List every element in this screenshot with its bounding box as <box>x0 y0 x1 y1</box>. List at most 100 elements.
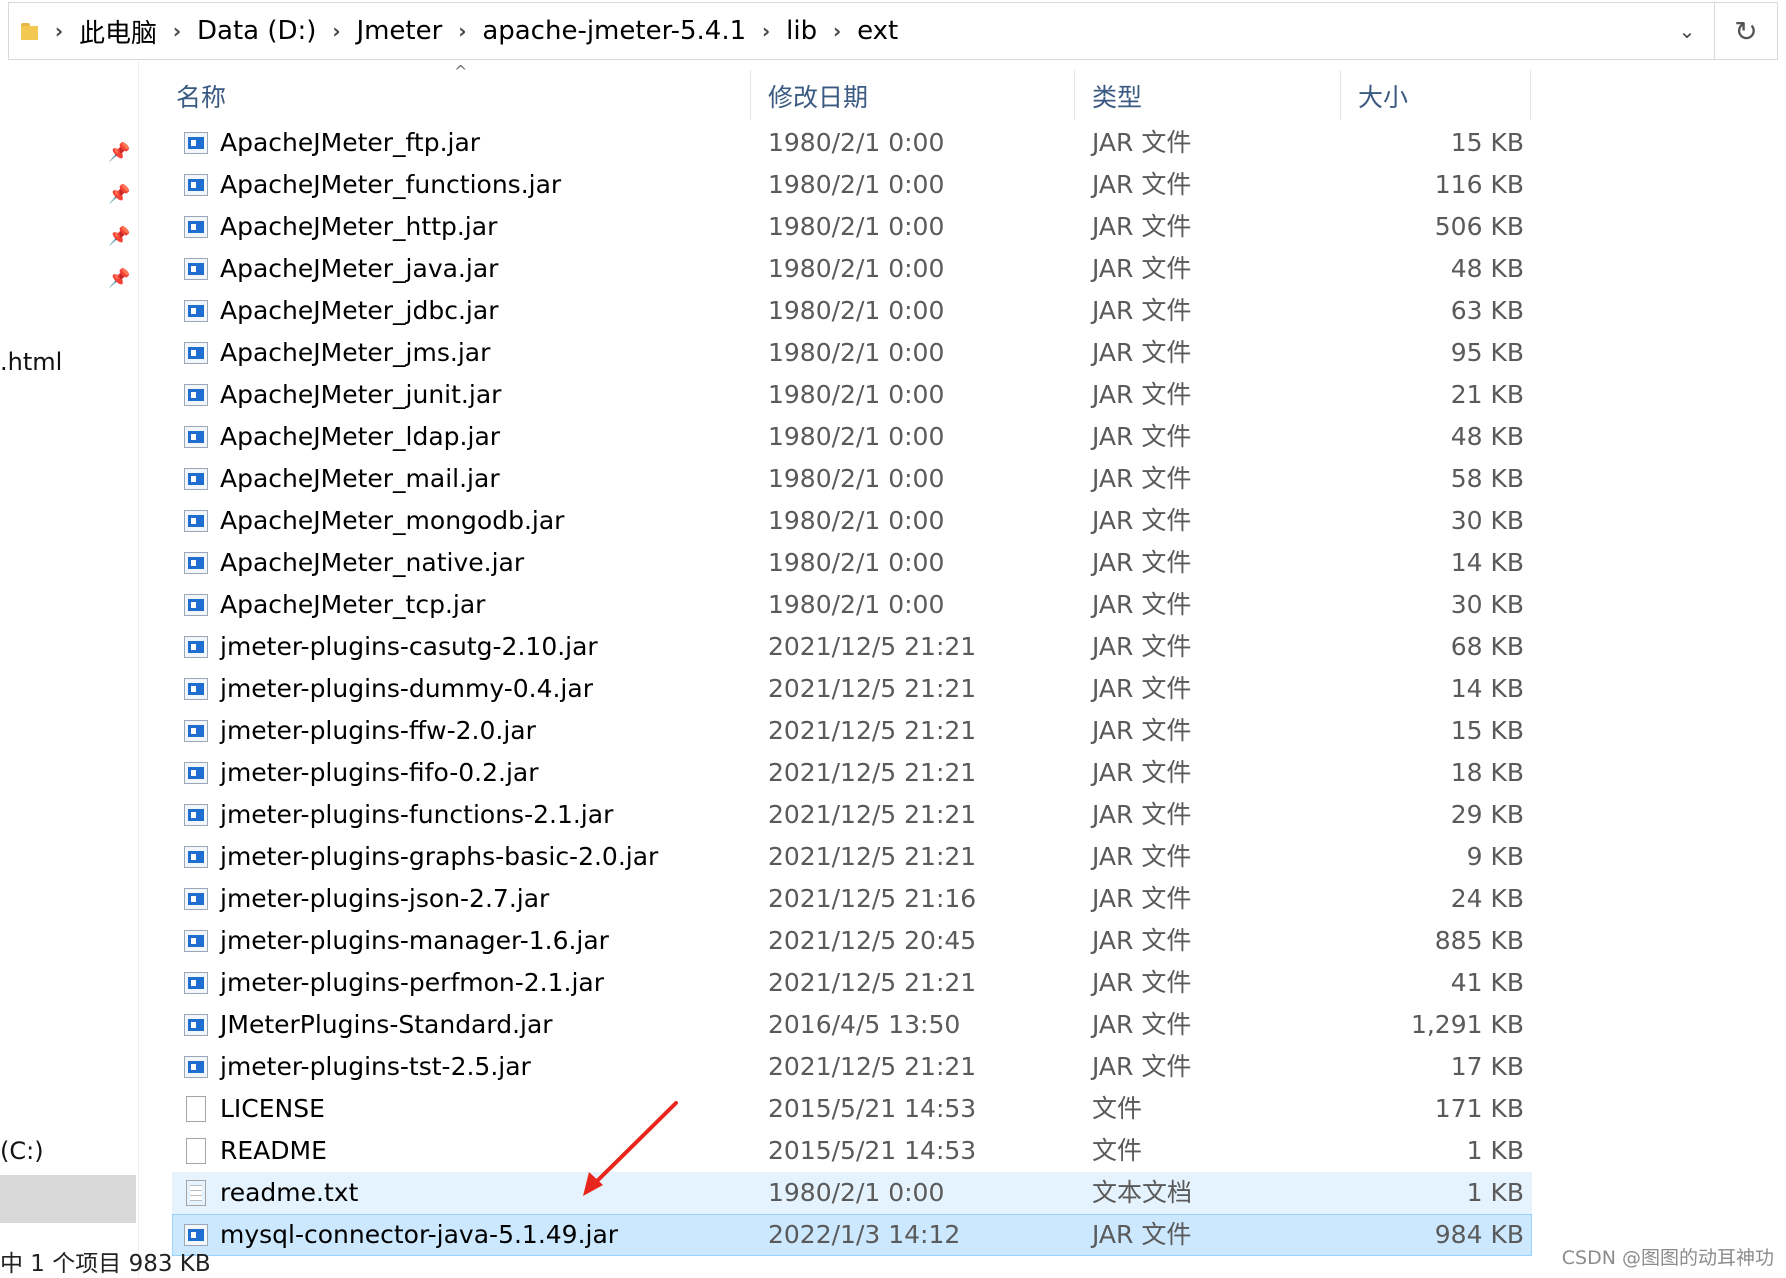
file-list[interactable]: ^ 名称 修改日期 类型 大小 ApacheJMeter_ftp.jar 1980… <box>172 62 1532 1256</box>
nav-item-html-file[interactable]: .html <box>0 348 62 376</box>
file-row[interactable]: ApacheJMeter_native.jar 1980/2/1 0:00 JAR … <box>172 542 1532 584</box>
file-row[interactable]: ApacheJMeter_functions.jar 1980/2/1 0:00 J… <box>172 164 1532 206</box>
file-type: JAR 文件 <box>1092 758 1192 787</box>
file-type: JAR 文件 <box>1092 1220 1192 1249</box>
column-header-row: ^ 名称 修改日期 类型 大小 <box>172 62 1532 122</box>
breadcrumb-item[interactable]: Jmeter <box>348 16 450 46</box>
file-size: 116 KB <box>1434 170 1524 199</box>
file-row[interactable]: ApacheJMeter_tcp.jar 1980/2/1 0:00 JAR 文件 3… <box>172 584 1532 626</box>
file-name: ApacheJMeter_tcp.jar <box>220 590 486 619</box>
file-row[interactable]: ApacheJMeter_mail.jar 1980/2/1 0:00 JAR 文件… <box>172 458 1532 500</box>
file-row[interactable]: LICENSE 2015/5/21 14:53 文件 171 KB <box>172 1088 1532 1130</box>
chevron-right-icon[interactable]: › <box>324 19 348 43</box>
chevron-right-icon[interactable]: › <box>47 19 71 43</box>
file-row[interactable]: jmeter-plugins-manager-1.6.jar 2021/12/5 … <box>172 920 1532 962</box>
file-type: JAR 文件 <box>1092 884 1192 913</box>
navigation-pane[interactable]: 📌 📌 📌 📌 .html (C:) <box>0 62 138 1278</box>
chevron-right-icon[interactable]: › <box>450 19 474 43</box>
jar-file-icon <box>184 1014 208 1036</box>
file-size: 17 KB <box>1450 1052 1524 1081</box>
file-size: 984 KB <box>1434 1220 1524 1249</box>
chevron-right-icon[interactable]: › <box>754 19 778 43</box>
jar-file-icon <box>184 300 208 322</box>
file-rows: ApacheJMeter_ftp.jar 1980/2/1 0:00 JAR 文件 1… <box>172 122 1532 1256</box>
jar-file-icon <box>184 216 208 238</box>
breadcrumb-item[interactable]: 此电脑 <box>71 13 165 50</box>
file-row[interactable]: ApacheJMeter_jdbc.jar 1980/2/1 0:00 JAR 文件… <box>172 290 1532 332</box>
file-name: jmeter-plugins-ffw-2.0.jar <box>220 716 536 745</box>
file-row[interactable]: ApacheJMeter_ldap.jar 1980/2/1 0:00 JAR 文件… <box>172 416 1532 458</box>
chevron-right-icon[interactable]: › <box>165 19 189 43</box>
file-type: JAR 文件 <box>1092 800 1192 829</box>
file-modified-date: 1980/2/1 0:00 <box>768 128 945 157</box>
file-size: 14 KB <box>1450 674 1524 703</box>
address-bar[interactable]: › 此电脑 › Data (D:) › Jmeter › apache-jmet… <box>8 2 1778 60</box>
file-modified-date: 1980/2/1 0:00 <box>768 254 945 283</box>
file-row[interactable]: README 2015/5/21 14:53 文件 1 KB <box>172 1130 1532 1172</box>
file-size: 171 KB <box>1434 1094 1524 1123</box>
file-name: ApacheJMeter_http.jar <box>220 212 498 241</box>
file-name: ApacheJMeter_ftp.jar <box>220 128 481 157</box>
file-type: JAR 文件 <box>1092 464 1192 493</box>
file-size: 48 KB <box>1450 422 1524 451</box>
file-row[interactable]: jmeter-plugins-json-2.7.jar 2021/12/5 21:… <box>172 878 1532 920</box>
column-header-size[interactable]: 大小 <box>1358 78 1408 114</box>
file-type: JAR 文件 <box>1092 380 1192 409</box>
file-row[interactable]: ApacheJMeter_ftp.jar 1980/2/1 0:00 JAR 文件 1… <box>172 122 1532 164</box>
file-row[interactable]: jmeter-plugins-perfmon-2.1.jar 2021/12/5 … <box>172 962 1532 1004</box>
file-name: JMeterPlugins-Standard.jar <box>220 1010 553 1039</box>
column-divider[interactable] <box>750 70 751 120</box>
file-row[interactable]: jmeter-plugins-functions-2.1.jar 2021/12/… <box>172 794 1532 836</box>
nav-item-selected[interactable] <box>0 1175 136 1223</box>
file-name: jmeter-plugins-functions-2.1.jar <box>220 800 614 829</box>
file-row[interactable]: jmeter-plugins-ffw-2.0.jar 2021/12/5 21:2… <box>172 710 1532 752</box>
jar-file-icon <box>184 678 208 700</box>
refresh-icon[interactable]: ↻ <box>1715 3 1777 59</box>
file-icon <box>186 1138 206 1164</box>
file-row[interactable]: readme.txt 1980/2/1 0:00 文本文档 1 KB <box>172 1172 1532 1214</box>
file-row[interactable]: jmeter-plugins-fifo-0.2.jar 2021/12/5 21:… <box>172 752 1532 794</box>
file-modified-date: 2021/12/5 21:16 <box>768 884 977 913</box>
column-header-name[interactable]: 名称 <box>176 78 226 114</box>
sort-ascending-icon: ^ <box>454 62 468 81</box>
file-row[interactable]: ApacheJMeter_junit.jar 1980/2/1 0:00 JAR 文… <box>172 374 1532 416</box>
pin-icon[interactable]: 📌 <box>108 142 130 164</box>
file-row[interactable]: ApacheJMeter_http.jar 1980/2/1 0:00 JAR 文件… <box>172 206 1532 248</box>
jar-file-icon <box>184 468 208 490</box>
column-header-date[interactable]: 修改日期 <box>768 78 868 114</box>
breadcrumb-item[interactable]: lib <box>778 16 825 46</box>
pin-icon[interactable]: 📌 <box>108 226 130 248</box>
chevron-right-icon[interactable]: › <box>825 19 849 43</box>
file-modified-date: 1980/2/1 0:00 <box>768 380 945 409</box>
file-size: 18 KB <box>1450 758 1524 787</box>
file-modified-date: 2021/12/5 21:21 <box>768 842 977 871</box>
file-row[interactable]: JMeterPlugins-Standard.jar 2016/4/5 13:50… <box>172 1004 1532 1046</box>
pin-icon[interactable]: 📌 <box>108 184 130 206</box>
breadcrumb-item[interactable]: Data (D:) <box>189 16 324 46</box>
file-name: ApacheJMeter_functions.jar <box>220 170 562 199</box>
breadcrumb-item[interactable]: ext <box>849 16 906 46</box>
column-divider[interactable] <box>1340 70 1341 120</box>
file-size: 95 KB <box>1450 338 1524 367</box>
pane-divider[interactable] <box>138 62 139 1278</box>
file-name: jmeter-plugins-fifo-0.2.jar <box>220 758 539 787</box>
file-row[interactable]: ApacheJMeter_jms.jar 1980/2/1 0:00 JAR 文件 9… <box>172 332 1532 374</box>
chevron-down-icon[interactable]: ⌄ <box>1660 3 1714 59</box>
breadcrumb-item[interactable]: apache-jmeter-5.4.1 <box>474 16 754 46</box>
file-row[interactable]: jmeter-plugins-graphs-basic-2.0.jar 2021/… <box>172 836 1532 878</box>
jar-file-icon <box>184 762 208 784</box>
pin-icon[interactable]: 📌 <box>108 268 130 290</box>
column-divider[interactable] <box>1074 70 1075 120</box>
file-modified-date: 2021/12/5 21:21 <box>768 1052 977 1081</box>
file-row[interactable]: jmeter-plugins-tst-2.5.jar 2021/12/5 21:2… <box>172 1046 1532 1088</box>
file-row[interactable]: jmeter-plugins-dummy-0.4.jar 2021/12/5 21… <box>172 668 1532 710</box>
file-row[interactable]: ApacheJMeter_java.jar 1980/2/1 0:00 JAR 文件… <box>172 248 1532 290</box>
file-name: jmeter-plugins-manager-1.6.jar <box>220 926 609 955</box>
column-divider[interactable] <box>1530 70 1531 120</box>
file-type: JAR 文件 <box>1092 674 1192 703</box>
file-row[interactable]: jmeter-plugins-casutg-2.10.jar 2021/12/5 … <box>172 626 1532 668</box>
file-row[interactable]: ApacheJMeter_mongodb.jar 1980/2/1 0:00 JAR… <box>172 500 1532 542</box>
column-header-type[interactable]: 类型 <box>1092 78 1142 114</box>
nav-item-drive-c[interactable]: (C:) <box>0 1137 44 1165</box>
file-row[interactable]: mysql-connector-java-5.1.49.jar 2022/1/3 … <box>172 1214 1532 1256</box>
